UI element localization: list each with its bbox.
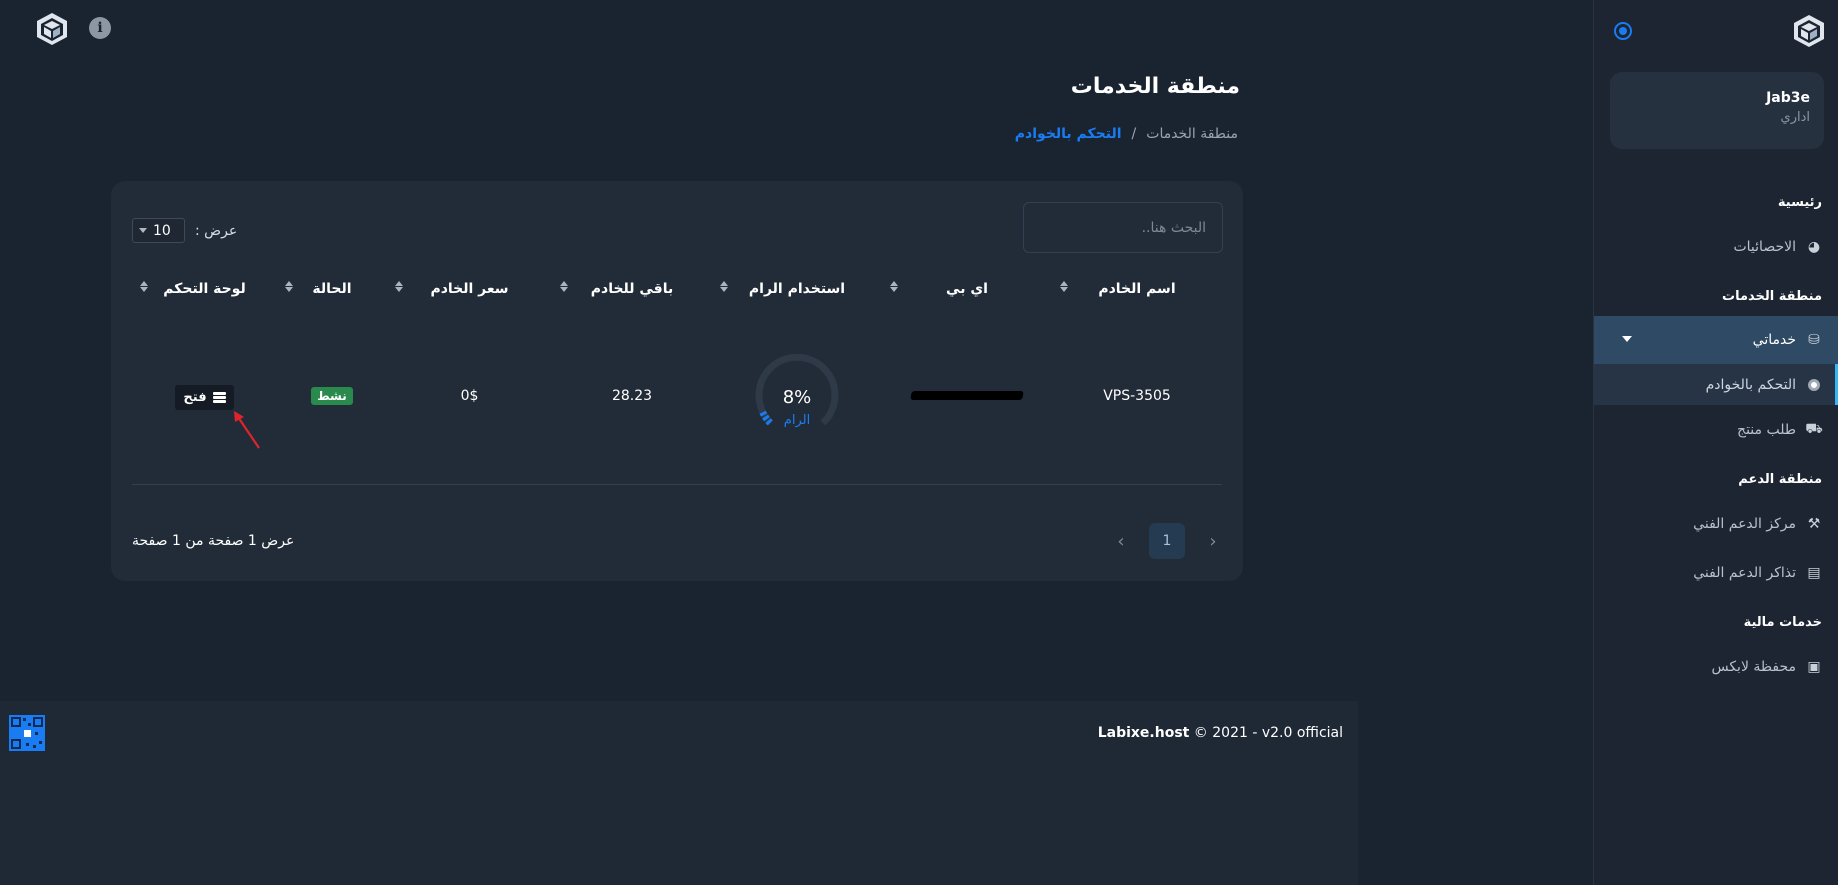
page-button-1[interactable]: 1 — [1149, 523, 1185, 559]
cube-logo-icon[interactable] — [36, 12, 68, 46]
user-name: Jab3e — [1766, 90, 1810, 106]
sidebar-item-stats[interactable]: ◕ الاحصائيات — [1594, 222, 1838, 271]
sidebar-nav: رئيسية ◕ الاحصائيات منطقة الخدمات ⛁ خدما… — [1594, 177, 1838, 691]
sidebar-item-support-tickets[interactable]: ▤ تذاكر الدعم الفني — [1594, 548, 1838, 597]
header-ip[interactable]: اي بي — [882, 269, 1052, 309]
sort-icon[interactable] — [890, 281, 898, 292]
header-ram-usage[interactable]: استخدام الرام — [712, 269, 882, 309]
sidebar-item-wallet[interactable]: ▣ محفظة لابكس — [1594, 642, 1838, 691]
chevron-down-icon — [1622, 336, 1632, 342]
sidebar-item-label: محفظة لابكس — [1711, 658, 1796, 675]
ram-usage-cell: 8% الرام — [712, 309, 882, 485]
sidebar-item-label: خدماتي — [1752, 332, 1796, 348]
ram-percent: 8% — [782, 387, 812, 409]
header-control-panel[interactable]: لوحة التحكم — [132, 269, 277, 309]
price-cell: 0$ — [387, 309, 552, 485]
cube-logo-icon[interactable] — [1792, 14, 1826, 48]
hard-drive-icon: ⛁ — [1808, 332, 1820, 348]
ticket-icon: ▤ — [1807, 564, 1821, 581]
header-price[interactable]: سعر الخادم — [387, 269, 552, 309]
toolbox-icon: ⚒ — [1807, 515, 1821, 532]
sidebar-toggle-icon[interactable] — [1614, 22, 1632, 40]
table-row: VPS-3505 8% الرام 28.23 0$ نشط فتح — [132, 309, 1222, 485]
page-title: منطقة الخدمات — [1070, 74, 1240, 99]
breadcrumb-home[interactable]: منطقة الخدمات — [1146, 126, 1238, 142]
page-size-control: : عرض 10 — [132, 218, 237, 243]
pagination-info: عرض 1 صفحة من 1 صفحة — [132, 533, 295, 549]
info-icon[interactable]: i — [89, 17, 111, 39]
sort-icon[interactable] — [1060, 281, 1068, 292]
search-input[interactable] — [1023, 202, 1223, 253]
footer: Labixe.host © 2021 - v2.0 official — [0, 701, 1358, 885]
sort-icon[interactable] — [560, 281, 568, 292]
server-name-cell: VPS-3505 — [1052, 309, 1222, 485]
qr-code-icon[interactable] — [9, 715, 45, 751]
header-remaining[interactable]: باقي للخادم — [552, 269, 712, 309]
sidebar-section-support: منطقة الدعم — [1738, 472, 1822, 487]
ram-gauge: 8% الرام — [752, 351, 842, 441]
ram-label: الرام — [783, 413, 811, 429]
user-role: اداري — [1780, 110, 1810, 125]
sidebar-item-label: مركز الدعم الفني — [1693, 515, 1796, 532]
sidebar-section-services: منطقة الخدمات — [1722, 289, 1822, 304]
red-arrow-annotation — [234, 411, 260, 449]
sort-icon[interactable] — [285, 281, 293, 292]
sidebar-item-my-services[interactable]: ⛁ خدماتي — [1594, 316, 1838, 364]
sidebar-item-server-control[interactable]: التحكم بالخوادم — [1594, 364, 1838, 405]
sort-icon[interactable] — [720, 281, 728, 292]
page-size-value: 10 — [153, 222, 171, 239]
server-icon — [212, 391, 226, 403]
page-size-label: : عرض — [195, 222, 238, 239]
chevron-down-icon — [139, 228, 147, 233]
wallet-icon: ▣ — [1807, 658, 1821, 675]
footer-brand[interactable]: Labixe.host — [1098, 725, 1190, 741]
breadcrumb-separator: / — [1131, 126, 1137, 142]
pagination: ‹ 1 › — [1111, 523, 1223, 559]
sidebar-item-label: طلب منتج — [1737, 421, 1796, 438]
breadcrumb-current[interactable]: التحكم بالخوادم — [1015, 126, 1122, 142]
status-cell: نشط — [277, 309, 387, 485]
table-header-row: اسم الخادم اي بي استخدام الرام باقي للخا… — [132, 269, 1222, 309]
header-status[interactable]: الحالة — [277, 269, 387, 309]
sidebar-item-label: تذاكر الدعم الفني — [1693, 564, 1796, 581]
circle-dot-icon — [1806, 377, 1822, 393]
control-panel-cell: فتح — [132, 309, 277, 485]
status-badge: نشط — [311, 387, 353, 406]
sidebar: Jab3e اداري رئيسية ◕ الاحصائيات منطقة ال… — [1593, 0, 1838, 885]
sort-icon[interactable] — [395, 281, 403, 292]
cart-icon: ⛟ — [1805, 420, 1823, 437]
open-panel-button[interactable]: فتح — [175, 384, 234, 410]
footer-version: © 2021 - v2.0 official — [1189, 725, 1343, 741]
footer-copyright: Labixe.host © 2021 - v2.0 official — [1098, 725, 1343, 741]
chevron-right-icon[interactable]: › — [1203, 531, 1223, 552]
sidebar-section-financial: خدمات مالية — [1743, 615, 1822, 630]
chevron-left-icon[interactable]: ‹ — [1111, 531, 1131, 552]
sidebar-item-support-center[interactable]: ⚒ مركز الدعم الفني — [1594, 499, 1838, 548]
user-card[interactable]: Jab3e اداري — [1610, 72, 1824, 149]
servers-table: اسم الخادم اي بي استخدام الرام باقي للخا… — [132, 269, 1222, 485]
sidebar-item-home[interactable]: رئيسية — [1594, 177, 1838, 222]
pie-chart-icon: ◕ — [1807, 238, 1821, 255]
servers-card: : عرض 10 اسم الخادم اي بي استخدام الرام … — [111, 181, 1243, 581]
breadcrumb: منطقة الخدمات / التحكم بالخوادم — [1015, 126, 1238, 142]
ip-cell — [882, 309, 1052, 485]
header-server-name[interactable]: اسم الخادم — [1052, 269, 1222, 309]
sidebar-item-label: التحكم بالخوادم — [1705, 376, 1796, 393]
sidebar-item-order-product[interactable]: ⛟ طلب منتج — [1594, 405, 1838, 454]
open-panel-label: فتح — [183, 389, 207, 405]
redacted-ip — [910, 391, 1024, 401]
page-size-select[interactable]: 10 — [132, 218, 185, 243]
sort-icon[interactable] — [140, 281, 148, 292]
sidebar-item-label: الاحصائيات — [1733, 238, 1796, 255]
remaining-cell: 28.23 — [552, 309, 712, 485]
